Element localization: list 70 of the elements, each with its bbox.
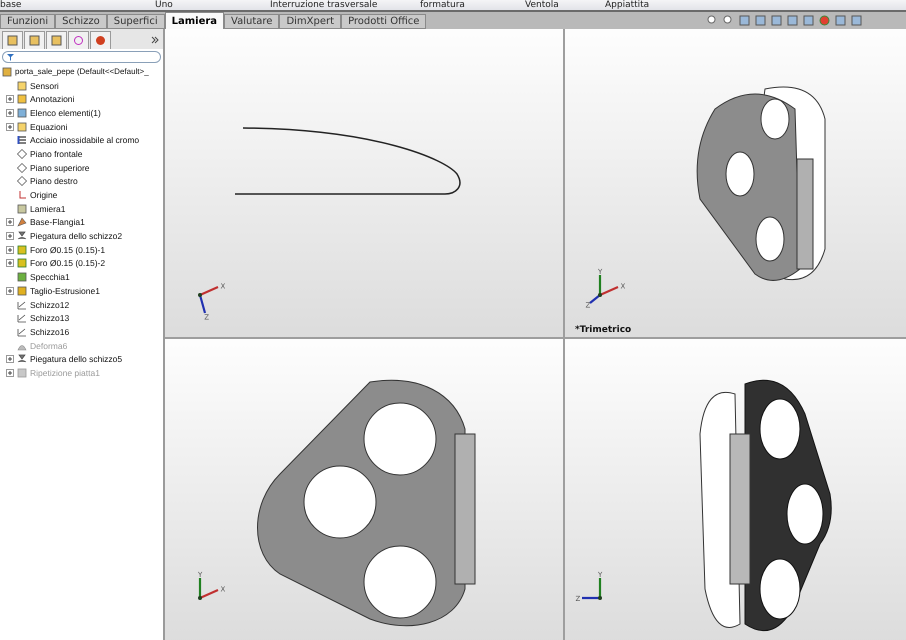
axis-triad-drawing (198, 286, 218, 314)
expand-toggle[interactable] (6, 95, 14, 104)
ribbon-label[interactable]: Ventola (525, 0, 605, 10)
tree-item[interactable]: Foro Ø0.15 (0.15)-2 (30, 258, 106, 268)
panel-tab[interactable] (90, 31, 111, 49)
tree-item[interactable]: Piano frontale (30, 148, 82, 159)
expand-toggle[interactable] (6, 259, 14, 268)
plane-icon (17, 162, 27, 173)
target-icon (73, 35, 84, 46)
axis-triad-drawing (198, 578, 218, 600)
plane-icon (17, 148, 27, 159)
ribbon-label[interactable]: Appiattita (605, 0, 705, 10)
funnel-icon (7, 54, 14, 60)
axis-triad-drawing (589, 275, 618, 304)
tree-item[interactable]: Equazioni (30, 122, 68, 132)
command-tab[interactable]: Schizzo (55, 14, 107, 29)
command-tab[interactable]: Superfici (106, 14, 165, 29)
filter-field[interactable] (2, 51, 161, 63)
tree-item[interactable]: Piano superiore (30, 162, 90, 173)
appearance-icon (95, 35, 106, 46)
expand-toggle[interactable] (6, 286, 14, 295)
flange-icon (17, 217, 27, 228)
view-name: *Trimetrico (575, 325, 632, 335)
tree-item[interactable]: Schizzo16 (30, 326, 70, 337)
material-icon (17, 135, 27, 146)
tree-item[interactable]: Specchia1 (30, 272, 70, 282)
tree-item[interactable]: Piano destro (30, 176, 78, 186)
sketch-icon (17, 300, 27, 310)
expand-toggle[interactable] (6, 246, 14, 254)
tree-item[interactable]: Annotazioni (30, 94, 74, 104)
ribbon-label[interactable]: Uno (155, 0, 270, 10)
panel-tab[interactable] (2, 31, 23, 49)
expand-toggle[interactable] (6, 232, 14, 240)
plane-icon (17, 176, 27, 186)
ribbon-label[interactable]: base (0, 0, 155, 10)
sketch-icon (17, 326, 27, 337)
tree-item[interactable]: Schizzo13 (30, 313, 70, 324)
tree-item[interactable]: Foro Ø0.15 (0.15)-1 (30, 244, 106, 255)
chevron-icon[interactable] (151, 36, 159, 44)
tree-item[interactable]: Acciaio inossidabile al cromo (30, 135, 140, 146)
tree-item[interactable]: Taglio-Estrusione1 (30, 286, 100, 296)
expand-toggle[interactable] (6, 218, 14, 226)
panel-tab[interactable] (68, 31, 89, 49)
command-tab[interactable]: Prodotti Office (341, 14, 426, 29)
bend-icon (17, 231, 27, 242)
expand-toggle[interactable] (6, 355, 14, 364)
panel-tab[interactable] (46, 31, 67, 49)
command-tab[interactable]: Lamiera (164, 12, 224, 29)
tree-item[interactable]: Schizzo12 (30, 300, 70, 310)
ribbon-label[interactable]: Interruzione trasversale (270, 0, 420, 10)
tree-item[interactable]: Lamiera1 (30, 204, 66, 214)
command-tab[interactable]: DimXpert (279, 14, 342, 29)
appearance-icon[interactable] (819, 15, 830, 26)
tree-item[interactable]: Elenco elementi(1) (30, 108, 101, 118)
tree-item[interactable]: Sensori (30, 80, 59, 91)
origin-icon (17, 190, 27, 200)
bend-icon (17, 354, 27, 364)
axis-triad-drawing (582, 578, 602, 600)
sketch-icon (17, 313, 27, 324)
ribbon-label[interactable]: formatura (420, 0, 525, 10)
tree-item[interactable]: Piegatura dello schizzo5 (30, 354, 122, 364)
tree-item[interactable]: Base-Flangia1 (30, 217, 85, 228)
expand-toggle[interactable] (6, 108, 14, 117)
command-tab[interactable]: Funzioni (0, 14, 56, 29)
tree-item[interactable]: Piegatura dello schizzo2 (30, 231, 122, 242)
tree-item[interactable]: Origine (30, 190, 58, 200)
tree-item[interactable]: porta_sale_pepe (Default<<Default>_ (15, 67, 149, 76)
command-tab[interactable]: Valutare (224, 14, 280, 29)
expand-toggle[interactable] (6, 122, 14, 131)
panel-tab[interactable] (24, 31, 45, 49)
